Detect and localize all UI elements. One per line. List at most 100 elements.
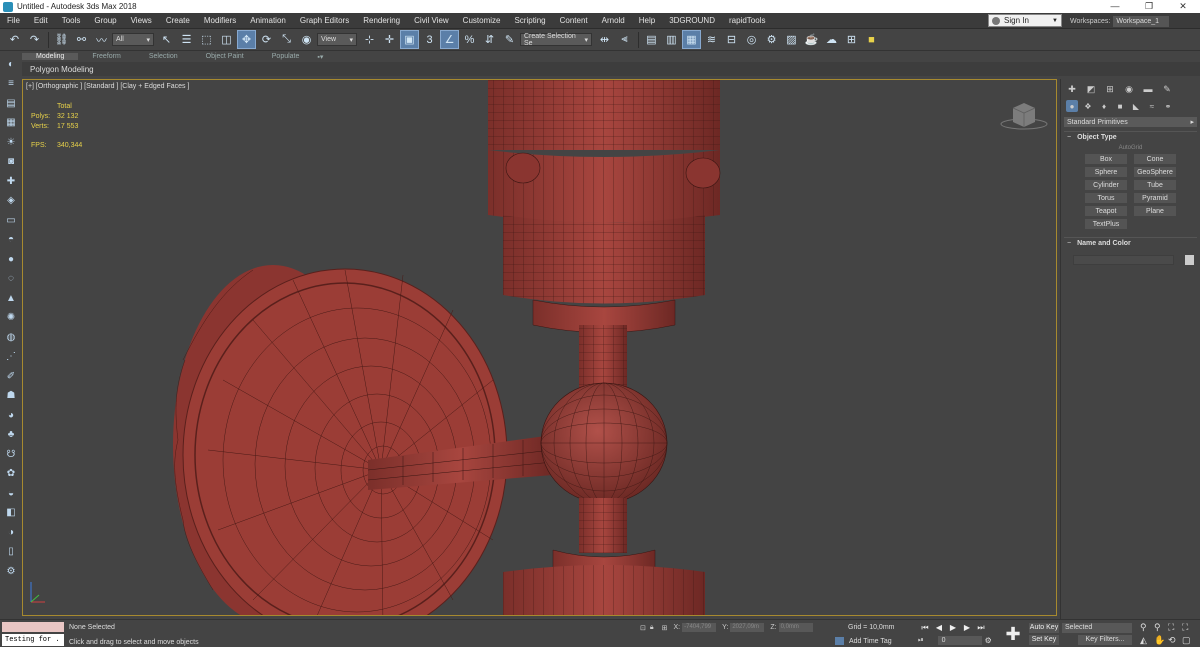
- curve-editor-icon[interactable]: ≋: [702, 30, 721, 49]
- render-production-icon[interactable]: ☕: [802, 30, 821, 49]
- object-name-field[interactable]: [1073, 255, 1174, 265]
- perspective-viewport[interactable]: [+] [Orthographic ] [Standard ] [Clay + …: [22, 79, 1057, 616]
- cone-button[interactable]: Cone: [1134, 154, 1176, 164]
- current-frame-field[interactable]: 0: [937, 636, 982, 645]
- menu-rendering[interactable]: Rendering: [356, 16, 407, 25]
- disc-icon[interactable]: ◍: [3, 329, 19, 345]
- menu-3dground[interactable]: 3DGROUND: [662, 16, 722, 25]
- box-button[interactable]: Box: [1085, 154, 1127, 164]
- menu-customize[interactable]: Customize: [456, 16, 508, 25]
- menu-rapidtools[interactable]: rapidTools: [722, 16, 772, 25]
- window-crossing-icon[interactable]: ◫: [217, 30, 236, 49]
- key-filters-button[interactable]: Key Filters...: [1078, 635, 1132, 645]
- redo-icon[interactable]: ↷: [25, 30, 44, 49]
- zoom-extents-all-icon[interactable]: ⛶: [1182, 622, 1196, 633]
- unlink-icon[interactable]: ⚯: [72, 30, 91, 49]
- menu-scripting[interactable]: Scripting: [507, 16, 552, 25]
- key-mode-icon[interactable]: ⏯: [918, 637, 924, 645]
- set-keys-icon[interactable]: ✚: [1002, 623, 1024, 645]
- category-dropdown[interactable]: Standard Primitives ▸: [1064, 117, 1197, 127]
- angle-snap-icon[interactable]: ∠: [440, 30, 459, 49]
- place-icon[interactable]: ◉: [297, 30, 316, 49]
- viewport-label[interactable]: [+] [Orthographic ] [Standard ] [Clay + …: [26, 83, 189, 90]
- next-frame-icon[interactable]: ▶: [960, 623, 974, 633]
- toggle-ribbon-icon[interactable]: ▦: [682, 30, 701, 49]
- walker-icon[interactable]: ☋: [3, 446, 19, 462]
- tab-populate[interactable]: Populate: [258, 53, 314, 60]
- x-coordinate-field[interactable]: -7404,799: [682, 623, 717, 632]
- go-to-start-icon[interactable]: ⏮: [918, 623, 932, 633]
- y-coordinate-field[interactable]: 2027,09m: [730, 623, 765, 632]
- add-time-tag-button[interactable]: Add Time Tag: [835, 637, 892, 645]
- maxscript-input[interactable]: Testing for .: [2, 634, 64, 646]
- snaps-toggle-icon[interactable]: 3: [420, 30, 439, 49]
- material-editor-icon[interactable]: ◎: [742, 30, 761, 49]
- menu-create[interactable]: Create: [159, 16, 197, 25]
- hair-icon[interactable]: ⋰: [3, 349, 19, 365]
- go-to-end-icon[interactable]: ⏭: [974, 623, 988, 633]
- scene-explorer-icon[interactable]: ▤: [642, 30, 661, 49]
- grid-icon[interactable]: ▦: [3, 115, 19, 131]
- rectangular-selection-icon[interactable]: ⬚: [197, 30, 216, 49]
- menu-views[interactable]: Views: [124, 16, 159, 25]
- viewcube-icon[interactable]: [999, 100, 1049, 130]
- select-by-name-icon[interactable]: ☰: [177, 30, 196, 49]
- cylinder-button[interactable]: Cylinder: [1085, 180, 1127, 190]
- manipulate-icon[interactable]: ✛: [380, 30, 399, 49]
- tab-selection[interactable]: Selection: [135, 53, 192, 60]
- render-activeshade-icon[interactable]: ⊞: [842, 30, 861, 49]
- scatter-icon[interactable]: ✿: [3, 466, 19, 482]
- geometry-icon[interactable]: ●: [1066, 100, 1078, 112]
- rendered-frame-window-icon[interactable]: ▨: [782, 30, 801, 49]
- display-tab-icon[interactable]: ▬: [1141, 82, 1155, 96]
- torus-button[interactable]: Torus: [1085, 193, 1127, 203]
- reference-coordinate-dropdown[interactable]: View ▾: [317, 33, 357, 46]
- geosphere-button[interactable]: GeoSphere: [1134, 167, 1176, 177]
- pan-icon[interactable]: ✋: [1154, 635, 1168, 646]
- document-icon[interactable]: ▯: [3, 544, 19, 560]
- align-icon[interactable]: ⫷: [615, 30, 634, 49]
- lock-icon[interactable]: 🔒︎: [650, 624, 654, 632]
- set-key-button[interactable]: Set Key: [1029, 635, 1059, 645]
- hemisphere-icon[interactable]: ◓: [3, 232, 19, 248]
- utilities-tab-icon[interactable]: ✎: [1160, 82, 1174, 96]
- menu-group[interactable]: Group: [87, 16, 123, 25]
- zoom-extents-icon[interactable]: ⛶: [1168, 622, 1182, 633]
- scale-icon[interactable]: ⤡: [277, 30, 296, 49]
- close-button[interactable]: ✕: [1166, 0, 1200, 13]
- biped-icon[interactable]: ☗: [3, 388, 19, 404]
- sun-icon[interactable]: ✺: [3, 310, 19, 326]
- shapes-icon[interactable]: ❖: [1082, 100, 1094, 112]
- render-setup-icon[interactable]: ⚙: [762, 30, 781, 49]
- hierarchy-tab-icon[interactable]: ⊞: [1103, 82, 1117, 96]
- textplus-button[interactable]: TextPlus: [1085, 219, 1127, 229]
- create-tab-icon[interactable]: ✚: [1065, 82, 1079, 96]
- pyramid-button[interactable]: Pyramid: [1134, 193, 1176, 203]
- select-object-icon[interactable]: ↖: [157, 30, 176, 49]
- maximize-button[interactable]: ❐: [1132, 0, 1166, 13]
- tube-button[interactable]: Tube: [1134, 180, 1176, 190]
- sphere-icon[interactable]: ●: [3, 251, 19, 267]
- globe-icon[interactable]: ◕: [3, 407, 19, 423]
- spinner-snap-icon[interactable]: ⇵: [480, 30, 499, 49]
- menu-animation[interactable]: Animation: [243, 16, 293, 25]
- tab-freeform[interactable]: Freeform: [78, 53, 134, 60]
- render-iterative-icon[interactable]: ☁: [822, 30, 841, 49]
- light-icon[interactable]: ☀: [3, 134, 19, 150]
- bind-space-warp-icon[interactable]: 〰: [92, 30, 111, 49]
- maximize-viewport-icon[interactable]: ▢: [1182, 635, 1196, 646]
- move-icon[interactable]: ✥: [237, 30, 256, 49]
- tab-object-paint[interactable]: Object Paint: [192, 53, 258, 60]
- percent-snap-icon[interactable]: %: [460, 30, 479, 49]
- plugin-icon[interactable]: ■: [862, 30, 881, 49]
- sign-in-dropdown[interactable]: Sign In ▼: [988, 14, 1062, 27]
- object-color-swatch[interactable]: [1185, 255, 1194, 265]
- select-icon[interactable]: ✚: [3, 173, 19, 189]
- modify-tab-icon[interactable]: ◩: [1084, 82, 1098, 96]
- menu-edit[interactable]: Edit: [27, 16, 55, 25]
- camera-icon[interactable]: ◙: [3, 154, 19, 170]
- material-ball-icon[interactable]: ◒: [3, 485, 19, 501]
- maxscript-listener-field[interactable]: [2, 622, 64, 632]
- menu-file[interactable]: File: [0, 16, 27, 25]
- auto-key-button[interactable]: Auto Key: [1029, 623, 1059, 633]
